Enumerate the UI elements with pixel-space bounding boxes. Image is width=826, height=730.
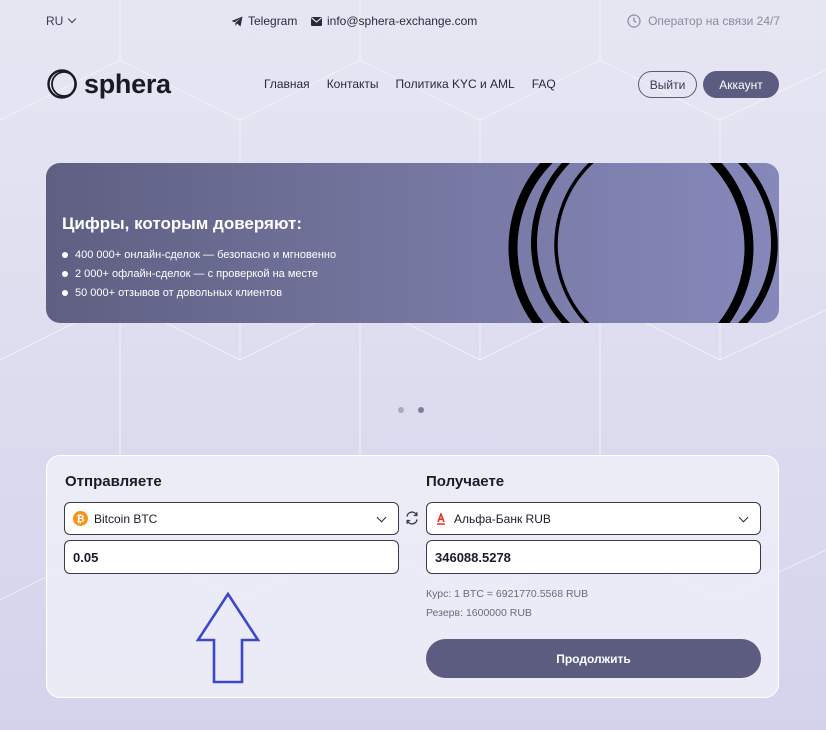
email-label: info@sphera-exchange.com: [327, 14, 478, 28]
clock-icon: [627, 14, 641, 28]
receive-title: Получаете: [426, 473, 505, 490]
bullet-icon: [62, 270, 68, 277]
carousel-dots: [398, 407, 424, 413]
exchange-rate: Курс: 1 BTC = 6921770.5568 RUB: [426, 588, 589, 600]
alfa-bank-icon: [437, 512, 445, 525]
sphera-logo-icon: [47, 69, 77, 99]
swap-icon[interactable]: [404, 510, 420, 526]
support-label: Оператор на связи 24/7: [648, 14, 780, 28]
banner-item: 2 000+ офлайн-сделок — с проверкой на ме…: [62, 264, 336, 283]
nav-faq[interactable]: FAQ: [532, 77, 556, 91]
banner-item-text: 400 000+ онлайн-сделок — безопасно и мгн…: [75, 248, 337, 261]
send-title: Отправляете: [65, 473, 162, 490]
telegram-label: Telegram: [248, 14, 298, 28]
send-currency-label: Bitcoin BTC: [94, 511, 158, 526]
send-amount-input[interactable]: 0.05: [64, 540, 399, 574]
arrow-up-icon: [196, 592, 260, 684]
chevron-down-icon: [376, 512, 387, 523]
continue-button[interactable]: Продолжить: [426, 639, 761, 678]
telegram-link[interactable]: Telegram: [231, 14, 297, 28]
telegram-icon: [231, 16, 243, 26]
send-currency-select[interactable]: ₿ Bitcoin BTC: [64, 502, 399, 535]
language-selector[interactable]: RU: [46, 14, 77, 28]
support-status: Оператор на связи 24/7: [627, 14, 780, 28]
receive-currency-select[interactable]: Альфа-Банк RUB: [426, 502, 761, 535]
banner-title: Цифры, которым доверяют:: [62, 214, 303, 233]
chevron-down-icon: [68, 14, 77, 24]
banner-item: 400 000+ онлайн-сделок — безопасно и мгн…: [62, 245, 336, 264]
carousel-dot-2[interactable]: [418, 407, 424, 413]
banner-item-text: 2 000+ офлайн-сделок — с проверкой на ме…: [75, 267, 319, 280]
bitcoin-icon: ₿: [73, 511, 88, 526]
carousel-dot-1[interactable]: [398, 407, 404, 413]
logout-button[interactable]: Выйти: [638, 71, 697, 98]
nav-kyc-aml[interactable]: Политика KYC и AML: [396, 77, 515, 91]
account-button[interactable]: Аккаунт: [703, 71, 779, 98]
main-nav: Главная Контакты Политика KYC и AML FAQ: [264, 77, 556, 91]
top-bar: RU Telegram info@sphera-exchange.com Опе…: [0, 0, 826, 42]
email-link[interactable]: info@sphera-exchange.com: [311, 14, 477, 28]
banner-item-text: 50 000+ отзывов от довольных клиентов: [75, 286, 283, 299]
logo[interactable]: sphera: [46, 68, 171, 100]
nav-home[interactable]: Главная: [264, 77, 310, 91]
promo-banner: Цифры, которым доверяют: 400 000+ онлайн…: [46, 163, 779, 323]
logo-text: sphera: [84, 68, 171, 99]
language-label: RU: [46, 14, 64, 28]
reserve-amount: Резерв: 1600000 RUB: [426, 607, 532, 619]
banner-item: 50 000+ отзывов от довольных клиентов: [62, 283, 336, 302]
receive-currency-label: Альфа-Банк RUB: [454, 511, 551, 526]
mail-icon: [311, 16, 322, 26]
svg-text:₿: ₿: [76, 513, 84, 525]
chevron-down-icon: [738, 512, 749, 523]
nav-contacts[interactable]: Контакты: [327, 77, 379, 91]
bullet-icon: [62, 251, 68, 258]
receive-amount-input[interactable]: 346088.5278: [426, 540, 761, 574]
bullet-icon: [62, 289, 68, 296]
banner-list: 400 000+ онлайн-сделок — безопасно и мгн…: [62, 245, 336, 302]
